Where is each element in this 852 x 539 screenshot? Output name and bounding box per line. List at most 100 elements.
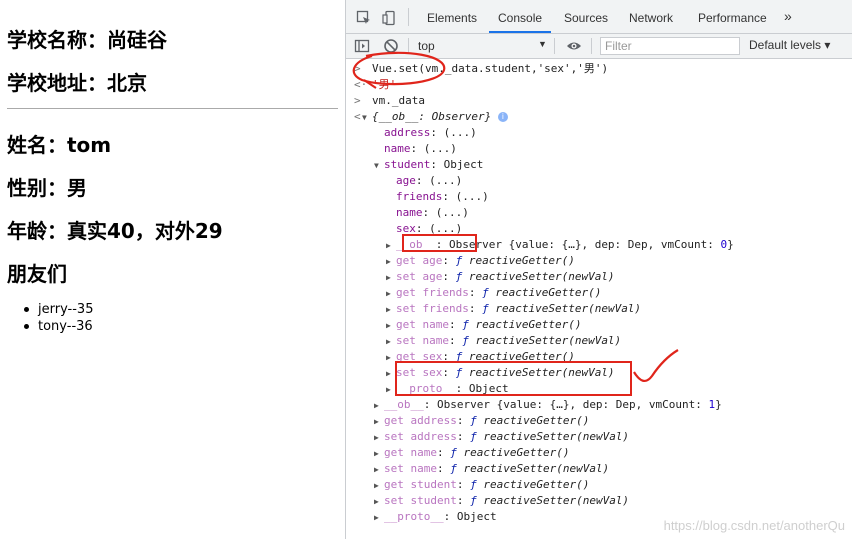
- console-line[interactable]: ▶ get name: ƒ reactiveGetter(): [374, 445, 569, 461]
- console-token: :: [448, 318, 463, 331]
- console-token: ƒ: [470, 494, 484, 507]
- collapsed-triangle-icon[interactable]: ▶: [386, 254, 396, 270]
- console-token: ƒ: [450, 462, 464, 475]
- console-token: ƒ: [462, 318, 476, 331]
- console-token: :: [456, 414, 471, 427]
- console-token: reactiveGetter(): [475, 318, 582, 331]
- console-token: :: [436, 446, 451, 459]
- console-line[interactable]: ▶ set address: ƒ reactiveSetter(newVal): [374, 429, 629, 445]
- console-token: set friends: [396, 302, 469, 315]
- console-token: reactiveGetter(): [495, 286, 602, 299]
- tab-console[interactable]: Console: [489, 0, 552, 33]
- console-line[interactable]: ▶ get age: ƒ reactiveGetter(): [386, 253, 575, 269]
- console-token: :: [448, 334, 463, 347]
- console-token: : (...): [442, 190, 489, 203]
- console-input-prompt: >: [354, 94, 361, 107]
- collapsed-triangle-icon[interactable]: ▶: [374, 446, 384, 462]
- console-line: address: (...): [384, 125, 477, 141]
- collapsed-triangle-icon[interactable]: ▶: [386, 238, 396, 254]
- more-tabs-icon[interactable]: »: [784, 8, 792, 24]
- console-token: set name: [384, 462, 437, 475]
- divider: [7, 108, 338, 109]
- tab-sources[interactable]: Sources: [564, 0, 608, 33]
- console-token: : (...): [422, 206, 469, 219]
- tab-performance[interactable]: Performance: [698, 0, 767, 33]
- console-token: ƒ: [455, 254, 469, 267]
- tab-elements[interactable]: Elements: [427, 0, 477, 33]
- console-line[interactable]: ▶ set age: ƒ reactiveSetter(newVal): [386, 269, 615, 285]
- collapsed-triangle-icon[interactable]: ▶: [386, 270, 396, 286]
- collapsed-triangle-icon[interactable]: ▶: [374, 462, 384, 478]
- collapsed-triangle-icon[interactable]: ▶: [374, 494, 384, 510]
- annotation-box-sex-accessors: [395, 361, 632, 396]
- console-line[interactable]: ▶ set student: ƒ reactiveSetter(newVal): [374, 493, 629, 509]
- filter-input[interactable]: [600, 37, 740, 55]
- console-token: reactiveGetter(): [463, 446, 570, 459]
- console-token: :: [456, 478, 471, 491]
- console-token: : (...): [410, 142, 457, 155]
- console-token: name: [384, 142, 411, 155]
- collapsed-triangle-icon[interactable]: ▶: [374, 510, 384, 526]
- console-token: reactiveSetter(newVal): [483, 494, 630, 507]
- console-token: reactiveSetter(newVal): [495, 302, 642, 315]
- console-line[interactable]: ▶ __proto__: Object: [374, 509, 497, 525]
- devtools-tabbar: Elements Console Sources Network Perform…: [346, 0, 852, 34]
- expanded-triangle-icon[interactable]: ▼: [374, 158, 384, 174]
- device-toolbar-icon[interactable]: [382, 10, 398, 26]
- console-line[interactable]: ▶ set name: ƒ reactiveSetter(newVal): [386, 333, 621, 349]
- console-line[interactable]: ▶ get friends: ƒ reactiveGetter(): [386, 285, 601, 301]
- console-token: __proto__: [384, 510, 444, 523]
- collapsed-triangle-icon[interactable]: ▶: [386, 318, 396, 334]
- tab-network[interactable]: Network: [629, 0, 673, 33]
- info-icon[interactable]: i: [497, 112, 508, 122]
- expanded-triangle-icon[interactable]: ▼: [362, 110, 372, 126]
- console-line[interactable]: ▶ set friends: ƒ reactiveSetter(newVal): [386, 301, 641, 317]
- console-token: :: [442, 270, 456, 283]
- console-line[interactable]: ▼ student: Object: [374, 157, 483, 173]
- console-token: age: [396, 174, 416, 187]
- console-token: get address: [384, 414, 457, 427]
- inspect-element-icon[interactable]: [356, 10, 372, 26]
- console-token: : Object: [430, 158, 484, 171]
- console-token: ƒ: [470, 478, 484, 491]
- console-token: }: [727, 238, 734, 251]
- console-token: : Observer {value: {…}, dep: Dep, vmCoun…: [435, 238, 721, 251]
- list-item: jerry--35: [22, 301, 93, 318]
- console-line[interactable]: ▶ get student: ƒ reactiveGetter(): [374, 477, 589, 493]
- list-item: tony--36: [22, 318, 93, 335]
- eye-icon[interactable]: [566, 38, 582, 54]
- console-token: :: [436, 462, 451, 475]
- console-token: reactiveSetter(newVal): [463, 462, 610, 475]
- console-token: ƒ: [482, 286, 496, 299]
- collapsed-triangle-icon[interactable]: ▶: [374, 478, 384, 494]
- console-token: : Observer {value: {…}, dep: Dep, vmCoun…: [423, 398, 709, 411]
- console-token: get friends: [396, 286, 469, 299]
- console-token: name: [396, 206, 423, 219]
- console-line[interactable]: ▶ __ob__: Observer {value: {…}, dep: Dep,…: [374, 397, 722, 413]
- chevron-down-icon[interactable]: ▼: [538, 39, 547, 49]
- console-line: friends: (...): [396, 189, 489, 205]
- console-line[interactable]: ▼ {__ob__: Observer} i: [362, 109, 508, 125]
- collapsed-triangle-icon[interactable]: ▶: [374, 414, 384, 430]
- console-line[interactable]: ▶ get address: ƒ reactiveGetter(): [374, 413, 589, 429]
- console-token: friends: [396, 190, 443, 203]
- console-token: student: [384, 158, 431, 171]
- rendered-page: 学校名称：尚硅谷 学校地址：北京 姓名：tom 性别：男 年龄：真实40，对外2…: [0, 0, 345, 539]
- collapsed-triangle-icon[interactable]: ▶: [386, 286, 396, 302]
- console-token: get name: [396, 318, 449, 331]
- console-line[interactable]: ▶ get name: ƒ reactiveGetter(): [386, 317, 581, 333]
- console-token: get student: [384, 478, 457, 491]
- annotation-checkmark: [633, 349, 679, 382]
- collapsed-triangle-icon[interactable]: ▶: [374, 398, 384, 414]
- collapsed-triangle-icon[interactable]: ▶: [386, 302, 396, 318]
- log-levels-dropdown[interactable]: Default levels ▾: [749, 38, 830, 52]
- collapsed-triangle-icon[interactable]: ▶: [374, 430, 384, 446]
- collapsed-triangle-icon[interactable]: ▶: [386, 334, 396, 350]
- console-token: ƒ: [450, 446, 464, 459]
- console-output[interactable]: > Vue.set(vm._data.student,'sex','男') <· '男…: [346, 59, 852, 539]
- console-token: :: [456, 430, 471, 443]
- console-token: ƒ: [482, 302, 496, 315]
- toolbar-separator: [554, 38, 555, 54]
- console-token: ƒ: [455, 270, 469, 283]
- console-line[interactable]: ▶ set name: ƒ reactiveSetter(newVal): [374, 461, 609, 477]
